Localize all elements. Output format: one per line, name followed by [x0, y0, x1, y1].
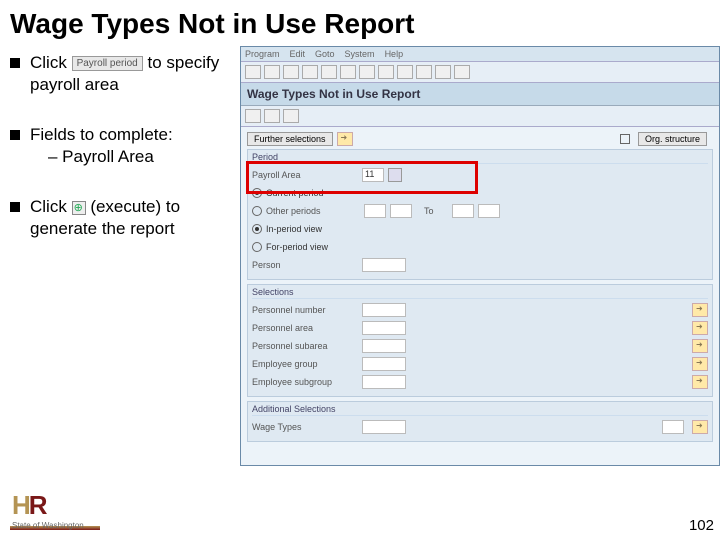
additional-title: Additional Selections: [252, 404, 708, 416]
other-periods-radio[interactable]: [252, 206, 262, 216]
other-period-from2[interactable]: [390, 204, 412, 218]
period-section: Period Payroll Area 11 Current period Ot…: [247, 149, 713, 280]
cancel-icon[interactable]: [302, 65, 318, 79]
payroll-area-help-icon[interactable]: [388, 168, 402, 182]
bullet-3: Click (execute) to generate the report: [30, 196, 232, 240]
help-icon[interactable]: [454, 65, 470, 79]
payroll-area-label: Payroll Area: [252, 170, 362, 180]
person-label: Person: [252, 260, 362, 270]
psub-input[interactable]: [362, 339, 406, 353]
psub-label: Personnel subarea: [252, 341, 362, 351]
bullet-icon: [10, 130, 20, 140]
period-title: Period: [252, 152, 708, 164]
save-icon[interactable]: [245, 65, 261, 79]
menu-help[interactable]: Help: [385, 49, 404, 59]
execute-button[interactable]: [245, 109, 261, 123]
wagetypes-input[interactable]: [362, 420, 406, 434]
egrp-input[interactable]: [362, 357, 406, 371]
bullet-1: Click Payroll period to specify payroll …: [30, 52, 232, 96]
forperiod-label: For-period view: [266, 242, 328, 252]
menu-edit[interactable]: Edit: [290, 49, 306, 59]
wagetypes-label: Wage Types: [252, 422, 362, 432]
payroll-area-input[interactable]: 11: [362, 168, 384, 182]
pernr-label: Personnel number: [252, 305, 362, 315]
bullet-icon: [10, 58, 20, 68]
exit-icon[interactable]: [283, 65, 299, 79]
sap-window: Program Edit Goto System Help Wag: [240, 46, 720, 466]
other-period-to[interactable]: [452, 204, 474, 218]
findnext-icon[interactable]: [359, 65, 375, 79]
menu-program[interactable]: Program: [245, 49, 280, 59]
other-period-from[interactable]: [364, 204, 386, 218]
inperiod-label: In-period view: [266, 224, 322, 234]
parea-label: Personnel area: [252, 323, 362, 333]
slide-title: Wage Types Not in Use Report: [0, 0, 720, 46]
parea-multi-icon[interactable]: [692, 321, 708, 335]
footer: HR State of Washington: [12, 490, 84, 532]
esub-label: Employee subgroup: [252, 377, 362, 387]
first-icon[interactable]: [378, 65, 394, 79]
execute-icon: [72, 201, 86, 215]
inperiod-radio[interactable]: [252, 224, 262, 234]
bullet-2: Fields to complete: – Payroll Area: [30, 124, 232, 168]
pernr-input[interactable]: [362, 303, 406, 317]
instruction-panel: Click Payroll period to specify payroll …: [0, 46, 240, 466]
egrp-multi-icon[interactable]: [692, 357, 708, 371]
egrp-label: Employee group: [252, 359, 362, 369]
parea-input[interactable]: [362, 321, 406, 335]
other-periods-label: Other periods: [266, 206, 364, 216]
further-selections-button[interactable]: Further selections: [247, 132, 333, 146]
find-icon[interactable]: [340, 65, 356, 79]
pernr-multi-icon[interactable]: [692, 303, 708, 317]
menu-goto[interactable]: Goto: [315, 49, 335, 59]
bullet-icon: [10, 202, 20, 212]
selections-section: Selections Personnel number Personnel ar…: [247, 284, 713, 397]
variant2-icon[interactable]: [283, 109, 299, 123]
menu-bar: Program Edit Goto System Help: [241, 47, 719, 62]
print-icon[interactable]: [321, 65, 337, 79]
current-period-label: Current period: [266, 188, 324, 198]
further-arrow-icon[interactable]: [337, 132, 353, 146]
psub-multi-icon[interactable]: [692, 339, 708, 353]
page-number: 102: [689, 517, 714, 534]
payroll-period-button-ref: Payroll period: [72, 56, 143, 71]
prev-icon[interactable]: [397, 65, 413, 79]
other-period-to2[interactable]: [478, 204, 500, 218]
current-period-radio[interactable]: [252, 188, 262, 198]
back-icon[interactable]: [264, 65, 280, 79]
last-icon[interactable]: [435, 65, 451, 79]
wagetypes-multi-icon[interactable]: [692, 420, 708, 434]
variant-icon[interactable]: [264, 109, 280, 123]
person-input[interactable]: [362, 258, 406, 272]
footer-state: State of Washington: [12, 521, 84, 530]
forperiod-radio[interactable]: [252, 242, 262, 252]
to-label: To: [424, 206, 434, 216]
additional-section: Additional Selections Wage Types: [247, 401, 713, 442]
std-toolbar: [241, 62, 719, 83]
menu-system[interactable]: System: [345, 49, 375, 59]
next-icon[interactable]: [416, 65, 432, 79]
org-structure-button[interactable]: Org. structure: [638, 132, 707, 146]
esub-multi-icon[interactable]: [692, 375, 708, 389]
app-toolbar: [241, 106, 719, 127]
org-checkbox[interactable]: [620, 134, 630, 144]
app-title: Wage Types Not in Use Report: [241, 83, 719, 106]
bullet-2-sub: – Payroll Area: [48, 146, 232, 168]
hr-logo: HR: [12, 490, 84, 521]
selections-title: Selections: [252, 287, 708, 299]
esub-input[interactable]: [362, 375, 406, 389]
wagetypes-to-input[interactable]: [662, 420, 684, 434]
